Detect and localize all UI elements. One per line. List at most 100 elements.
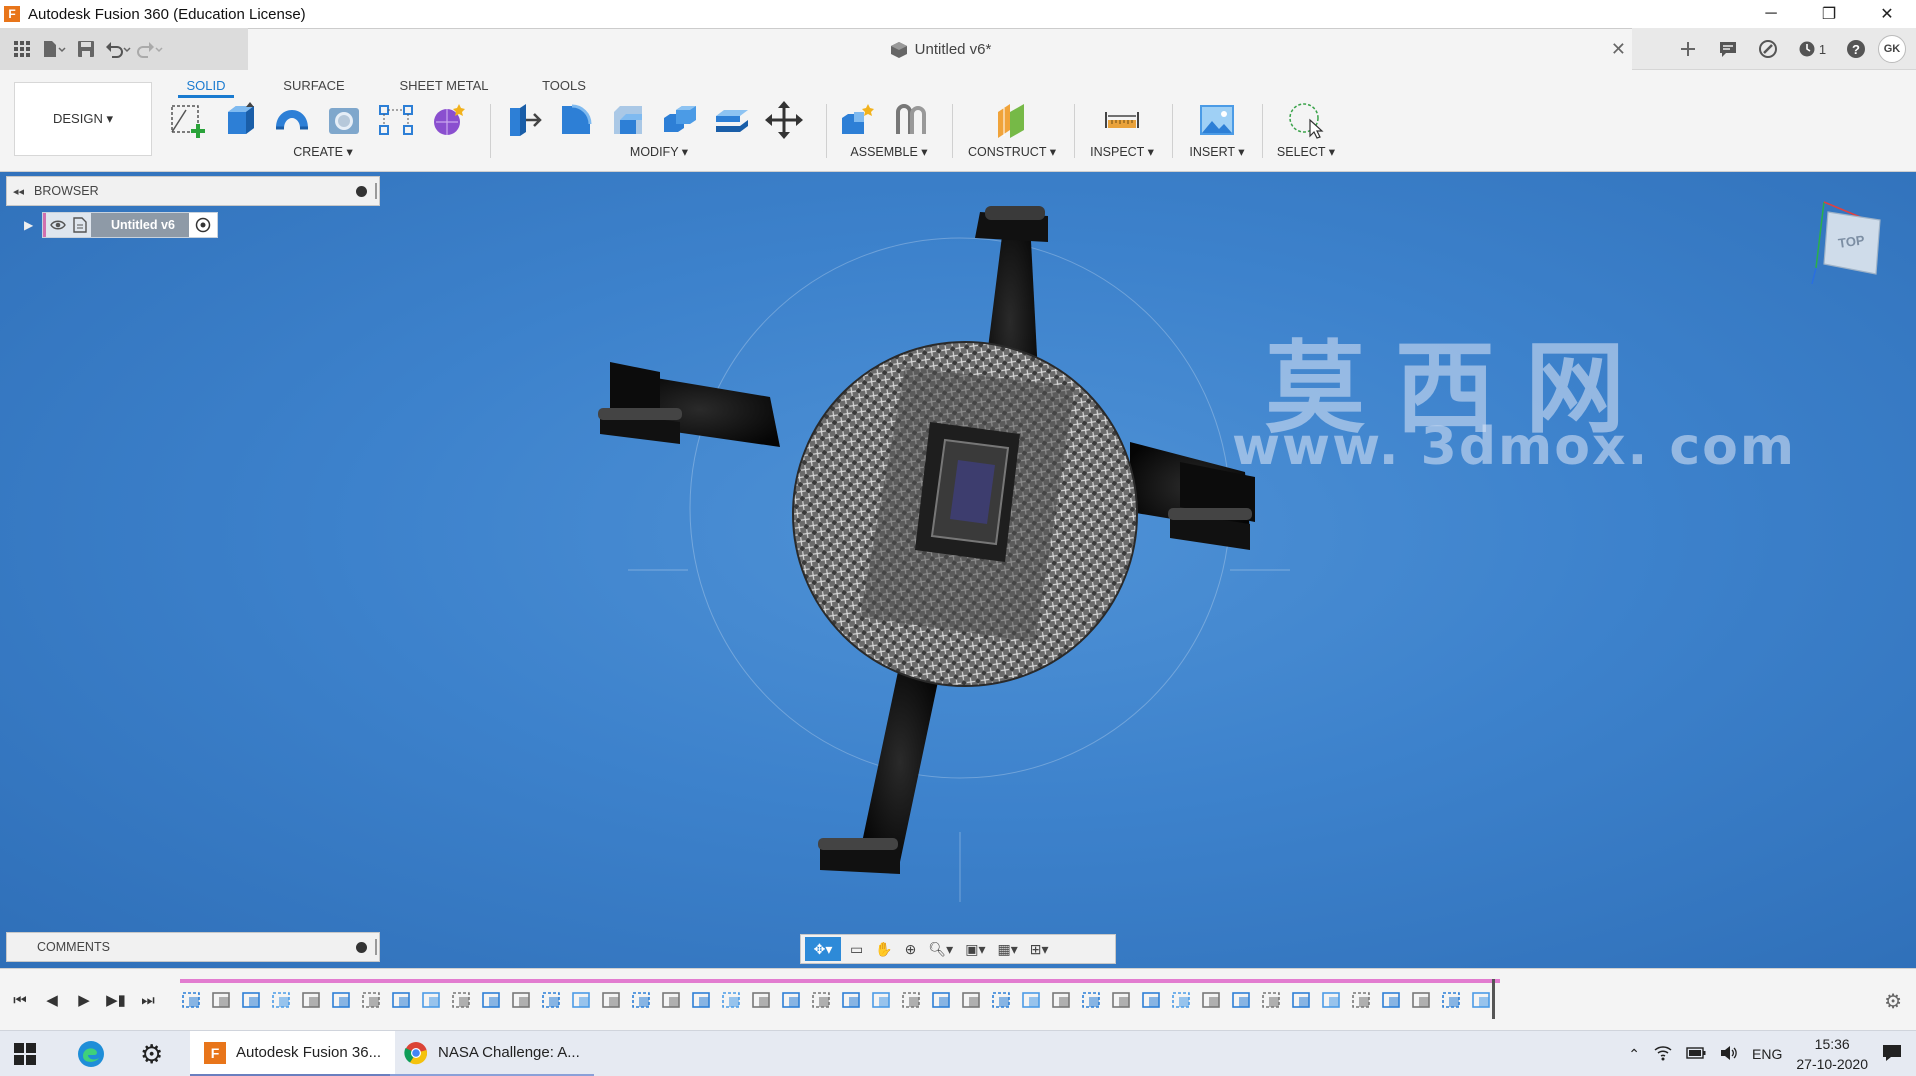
timeline-feature-icon[interactable]	[360, 989, 384, 1011]
browser-panel-header[interactable]: ◂◂ BROWSER	[6, 176, 380, 206]
wifi-icon[interactable]	[1654, 1045, 1672, 1064]
timeline-feature-icon[interactable]	[810, 989, 834, 1011]
timeline-feature-icon[interactable]	[270, 989, 294, 1011]
timeline-feature-icon[interactable]	[990, 989, 1014, 1011]
zoom-icon[interactable]: 🔍︎▾	[925, 937, 956, 961]
timeline-feature-icon[interactable]	[930, 989, 954, 1011]
insert-group-label[interactable]: INSERT ▾	[1184, 144, 1250, 159]
display-settings-icon[interactable]: ▣▾	[962, 937, 988, 961]
comments-resize-grip[interactable]	[375, 939, 377, 955]
view-cube[interactable]: TOP	[1810, 192, 1906, 292]
timeline-feature-icon[interactable]	[450, 989, 474, 1011]
insert-image-icon[interactable]	[1197, 100, 1237, 140]
pan-hand-icon[interactable]: ✋	[872, 937, 895, 961]
timeline-feature-icon[interactable]	[1410, 989, 1434, 1011]
taskbar-app-fusion[interactable]: F Autodesk Fusion 36...	[190, 1031, 396, 1076]
activate-target-icon[interactable]	[188, 213, 217, 237]
language-indicator[interactable]: ENG	[1752, 1046, 1782, 1062]
new-component-icon[interactable]	[838, 100, 878, 140]
battery-icon[interactable]	[1686, 1046, 1706, 1062]
timeline-marker[interactable]	[1492, 979, 1495, 1019]
timeline-feature-icon[interactable]	[870, 989, 894, 1011]
root-node-label[interactable]: Untitled v6	[91, 213, 189, 237]
job-status-clock-icon[interactable]: 1	[1790, 34, 1834, 64]
timeline-feature-icon[interactable]	[720, 989, 744, 1011]
select-group-label[interactable]: SELECT ▾	[1270, 144, 1342, 159]
extensions-icon[interactable]	[1750, 34, 1786, 64]
comments-panel-header[interactable]: COMMENTS	[6, 932, 380, 962]
inspect-group-label[interactable]: INSPECT ▾	[1086, 144, 1158, 159]
timeline-feature-icon[interactable]	[210, 989, 234, 1011]
undo-icon[interactable]	[104, 35, 132, 63]
comments-pin-icon[interactable]	[356, 942, 367, 953]
timeline-feature-icon[interactable]	[420, 989, 444, 1011]
offset-plane-icon[interactable]	[992, 100, 1032, 140]
timeline-feature-icon[interactable]	[1020, 989, 1044, 1011]
timeline-feature-icon[interactable]	[1140, 989, 1164, 1011]
action-center-icon[interactable]	[1882, 1044, 1902, 1065]
timeline-feature-icon[interactable]	[660, 989, 684, 1011]
fillet-icon[interactable]	[556, 100, 596, 140]
timeline-feature-icon[interactable]	[600, 989, 624, 1011]
notifications-chat-icon[interactable]	[1710, 34, 1746, 64]
extrude-icon[interactable]	[220, 100, 260, 140]
timeline-feature-icon[interactable]	[630, 989, 654, 1011]
tray-chevron-up-icon[interactable]: ⌃	[1628, 1046, 1640, 1063]
timeline-feature-icon[interactable]	[750, 989, 774, 1011]
construct-group-label[interactable]: CONSTRUCT ▾	[964, 144, 1060, 159]
go-to-end-icon[interactable]: ⏭	[138, 989, 158, 1011]
timeline-feature-icon[interactable]	[240, 989, 264, 1011]
orbit-icon[interactable]: ✥▾	[805, 937, 841, 961]
zoom-window-icon[interactable]: ⊕	[902, 937, 920, 961]
save-icon[interactable]	[72, 35, 100, 63]
joint-icon[interactable]	[890, 100, 930, 140]
timeline-feature-icon[interactable]	[1200, 989, 1224, 1011]
browser-pin-icon[interactable]	[356, 186, 367, 197]
offset-face-icon[interactable]	[712, 100, 752, 140]
timeline-settings-gear-icon[interactable]: ⚙	[1884, 989, 1902, 1014]
timeline-feature-icon[interactable]	[1080, 989, 1104, 1011]
new-tab-plus-icon[interactable]	[1670, 34, 1706, 64]
document-tab[interactable]: Untitled v6* ✕	[248, 28, 1632, 70]
look-at-icon[interactable]: ▭	[847, 937, 866, 961]
user-avatar[interactable]: GK	[1878, 35, 1906, 63]
shell-hole-icon[interactable]	[324, 100, 364, 140]
taskbar-app-chrome[interactable]: NASA Challenge: A...	[390, 1031, 594, 1076]
settings-gear-icon[interactable]: ⚙	[140, 1031, 163, 1076]
file-menu-icon[interactable]	[40, 35, 68, 63]
timeline-feature-icon[interactable]	[900, 989, 924, 1011]
timeline-feature-icon[interactable]	[390, 989, 414, 1011]
browser-root-node[interactable]: ▶ Untitled v6	[24, 212, 218, 238]
grid-settings-icon[interactable]: ▦▾	[994, 937, 1020, 961]
tab-tools[interactable]: TOOLS	[538, 74, 590, 98]
restore-button[interactable]: ❐	[1800, 0, 1858, 28]
close-window-button[interactable]: ✕	[1858, 0, 1916, 28]
timeline-feature-icon[interactable]	[330, 989, 354, 1011]
help-icon[interactable]: ?	[1838, 34, 1874, 64]
expand-triangle-icon[interactable]: ▶	[24, 218, 38, 232]
move-copy-icon[interactable]	[764, 100, 804, 140]
timeline-feature-icon[interactable]	[1440, 989, 1464, 1011]
timeline-feature-icon[interactable]	[1380, 989, 1404, 1011]
tab-solid[interactable]: SOLID	[178, 74, 234, 98]
timeline-feature-icon[interactable]	[690, 989, 714, 1011]
redo-icon[interactable]	[136, 35, 164, 63]
system-clock[interactable]: 15:36 27-10-2020	[1796, 1034, 1868, 1074]
combine-icon[interactable]	[660, 100, 700, 140]
select-lasso-icon[interactable]	[1286, 100, 1326, 140]
timeline-feature-icon[interactable]	[540, 989, 564, 1011]
browser-resize-grip[interactable]	[375, 183, 377, 199]
timeline-feature-icon[interactable]	[780, 989, 804, 1011]
timeline-feature-icon[interactable]	[1230, 989, 1254, 1011]
timeline-feature-icon[interactable]	[510, 989, 534, 1011]
drone-model-render[interactable]	[0, 172, 1916, 968]
go-to-start-icon[interactable]: ⏮	[10, 989, 30, 1011]
create-sketch-icon[interactable]	[168, 100, 208, 140]
timeline-feature-icon[interactable]	[1350, 989, 1374, 1011]
timeline-feature-icon[interactable]	[960, 989, 984, 1011]
volume-icon[interactable]	[1720, 1045, 1738, 1064]
tab-sheet-metal[interactable]: SHEET METAL	[398, 74, 490, 98]
measure-icon[interactable]	[1102, 100, 1142, 140]
root-node-box[interactable]: Untitled v6	[42, 212, 218, 238]
timeline-track[interactable]	[180, 979, 1500, 983]
